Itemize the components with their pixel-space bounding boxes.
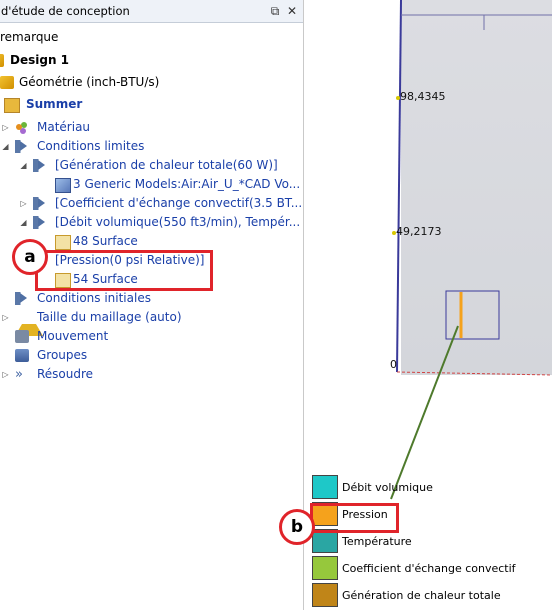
tree-item-label: [Génération de chaleur totale(60 W)]	[55, 158, 278, 172]
panel-titlebar: d'étude de conception ⧉ ✕	[0, 0, 303, 23]
tree-item-label: Taille du maillage (auto)	[37, 310, 182, 324]
collapse-arrow-icon[interactable]: ◢	[19, 213, 28, 232]
boundary-condition-icon	[33, 197, 47, 210]
viewport-value-bottom: 0	[390, 358, 397, 371]
tree-item-label: remarque	[0, 30, 59, 44]
callout-a-highlight	[35, 250, 213, 291]
tree-item-label: Résoudre	[37, 367, 94, 381]
boundary-condition-icon	[33, 216, 47, 229]
legend-label: Génération de chaleur totale	[342, 589, 501, 602]
expand-arrow-icon[interactable]: ▷	[1, 308, 10, 327]
tree-item-label: [Coefficient d'échange convectif(3.5 BT.…	[55, 196, 303, 210]
tree-item-label: [Débit volumique(550 ft3/min), Tempér...	[55, 215, 301, 229]
tree-item-label: Mouvement	[37, 329, 109, 343]
expand-arrow-icon[interactable]: ▷	[1, 118, 10, 137]
tree-item-label: Design 1	[10, 53, 70, 67]
model-edge-bottom	[396, 371, 552, 376]
tree-item-label: Conditions limites	[37, 139, 145, 153]
tree-item-label: Géométrie (inch-BTU/s)	[19, 75, 160, 89]
collapse-arrow-icon[interactable]: ◢	[1, 137, 10, 156]
tree-item-label: Groupes	[37, 348, 88, 362]
scenario-icon	[4, 98, 20, 113]
viewport-value-top: 98,4345	[400, 90, 446, 103]
boundary-condition-icon	[33, 159, 47, 172]
tree-item-label: Conditions initiales	[37, 291, 151, 305]
callout-badge-b: b	[279, 509, 315, 545]
legend-label: Coefficient d'échange convectif	[342, 562, 516, 575]
legend-swatch	[312, 475, 338, 499]
expand-arrow-icon[interactable]: ▷	[1, 365, 10, 384]
part-cube-icon	[55, 178, 71, 193]
material-icon	[15, 121, 29, 134]
motion-icon	[15, 330, 29, 343]
viewport-value-mid: 49,2173	[396, 225, 442, 238]
close-icon[interactable]: ✕	[284, 3, 300, 19]
surface-icon	[55, 235, 71, 250]
pin-icon[interactable]: ⧉	[267, 3, 283, 19]
legend-label: Température	[342, 535, 412, 548]
legend-swatch	[312, 556, 338, 580]
geometry-icon	[0, 76, 14, 89]
callout-b-highlight	[310, 503, 399, 533]
callout-badge-a: a	[12, 239, 48, 275]
design-icon	[0, 54, 4, 67]
design-study-panel: d'étude de conception ⧉ ✕ remarque Desig…	[0, 0, 304, 610]
leader-line	[390, 325, 459, 500]
groups-icon	[15, 349, 29, 362]
legend-label: Débit volumique	[342, 481, 433, 494]
expand-arrow-icon[interactable]: ▷	[19, 194, 28, 213]
panel-title: d'étude de conception	[1, 4, 130, 18]
collapse-arrow-icon[interactable]: ◢	[19, 156, 28, 175]
tree-item-label: 48 Surface	[73, 234, 138, 248]
legend-swatch	[312, 583, 338, 607]
tree-item-label: 3 Generic Models:Air:Air_U_*CAD Vo...	[73, 177, 301, 191]
model-edge-left	[396, 0, 402, 373]
boundary-conditions-icon	[15, 140, 29, 153]
tree-item-label: Matériau	[37, 120, 91, 134]
tree-item-label: Summer	[26, 97, 83, 111]
initial-conditions-icon	[15, 292, 29, 305]
pressure-outlet-box[interactable]	[445, 290, 500, 340]
solve-icon	[15, 365, 29, 384]
